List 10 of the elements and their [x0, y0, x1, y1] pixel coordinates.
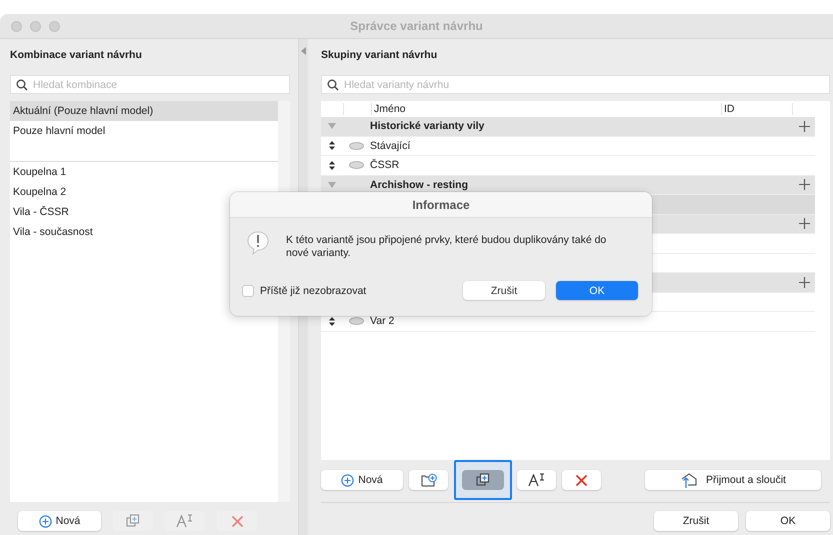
group-name: Historické varianty vily — [370, 120, 484, 132]
panel-title: Kombinace variant návrhu — [10, 48, 142, 63]
panel-title: Skupiny variant návrhu — [321, 48, 438, 63]
variant-name: Var 2 — [370, 315, 394, 328]
variant-name: Stávající — [370, 140, 410, 152]
group-name: Archishow - resting — [370, 178, 468, 191]
window-title: Správce variant návrhu — [350, 19, 483, 33]
dialog-message: K této variantě jsou připojené prvky, které budou duplikovány také do nové varianty. — [286, 233, 608, 259]
variant-name: ČSSR — [370, 159, 400, 172]
dialog-title: Informace — [412, 198, 470, 212]
